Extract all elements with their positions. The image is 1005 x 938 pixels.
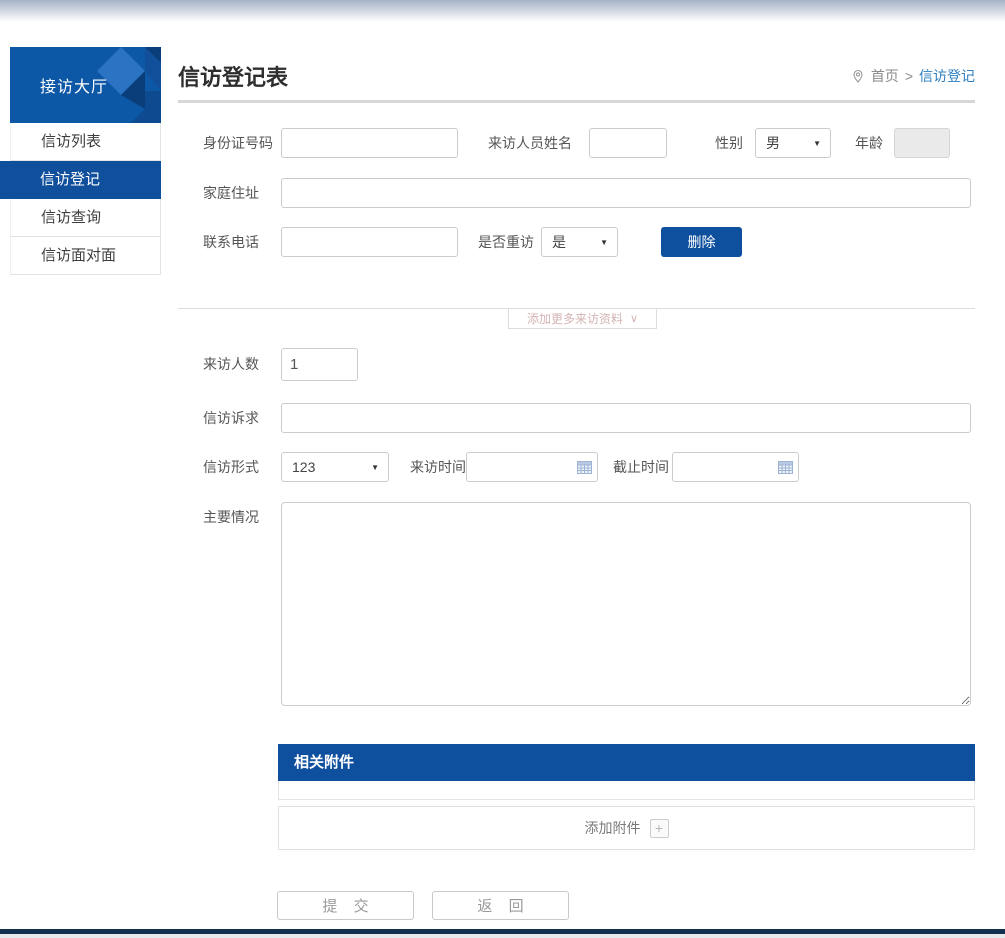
caret-down-icon: ▼ [600, 238, 617, 247]
main-situation-label: 主要情况 [203, 507, 259, 527]
id-number-input[interactable] [281, 128, 458, 158]
delete-button[interactable]: 删除 [661, 227, 742, 257]
plus-icon[interactable]: + [650, 819, 669, 838]
caret-down-icon: ▼ [371, 463, 388, 472]
revisit-select[interactable]: 是 ▼ [541, 227, 618, 257]
appeal-input[interactable] [281, 403, 971, 433]
sidebar-item-xinfang-facetoface[interactable]: 信访面对面 [10, 237, 161, 275]
caret-down-icon: ▼ [813, 139, 830, 148]
visitor-count-input[interactable] [281, 348, 358, 381]
breadcrumb-home[interactable]: 首页 [871, 66, 899, 86]
main-situation-textarea[interactable] [281, 502, 971, 706]
breadcrumb-current[interactable]: 信访登记 [919, 66, 975, 86]
home-address-label: 家庭住址 [203, 178, 259, 208]
calendar-icon[interactable] [778, 460, 793, 474]
sidebar-menu: 信访列表 信访登记 信访查询 信访面对面 [0, 123, 161, 275]
age-label: 年龄 [855, 128, 883, 158]
deadline-field [672, 452, 799, 482]
visit-time-label: 来访时间 [410, 452, 466, 482]
visitor-count-label: 来访人数 [203, 348, 259, 381]
home-address-input[interactable] [281, 178, 971, 208]
attachments-header: 相关附件 [278, 744, 975, 781]
id-number-label: 身份证号码 [203, 128, 273, 158]
bottom-gray-strip [0, 934, 1005, 938]
visitor-name-label: 来访人员姓名 [488, 128, 572, 158]
sidebar-item-xinfang-query[interactable]: 信访查询 [10, 199, 161, 237]
sidebar-item-xinfang-register[interactable]: 信访登记 [0, 161, 161, 199]
back-button[interactable]: 返 回 [432, 891, 569, 920]
attachments-empty-row [278, 781, 975, 800]
add-more-visitors-label: 添加更多来访资料 [527, 310, 623, 327]
calendar-icon[interactable] [577, 460, 592, 474]
revisit-label: 是否重访 [478, 227, 534, 257]
gender-label: 性别 [715, 128, 743, 158]
petition-form-label: 信访形式 [203, 452, 259, 482]
sidebar: 接访大厅 信访列表 信访登记 信访查询 信访面对面 [0, 47, 161, 275]
sidebar-title: 接访大厅 [40, 73, 108, 97]
phone-input[interactable] [281, 227, 458, 257]
add-attachment-row: 添加附件 + [278, 806, 975, 850]
phone-label: 联系电话 [203, 227, 259, 257]
breadcrumb-separator: > [905, 68, 913, 84]
visit-time-field [466, 452, 598, 482]
submit-button[interactable]: 提 交 [277, 891, 414, 920]
main-content: 信访登记表 首页 > 信访登记 身份证号码 来访人员姓名 性别 男 ▼ 年龄 家… [178, 55, 975, 935]
gender-select[interactable]: 男 ▼ [755, 128, 831, 158]
sidebar-header: 接访大厅 [10, 47, 161, 123]
chevron-down-icon: ∨ [630, 314, 638, 324]
top-gradient-bar [0, 0, 1005, 22]
page-title: 信访登记表 [178, 60, 288, 92]
location-pin-icon [851, 69, 865, 84]
title-divider [178, 100, 975, 103]
add-attachment-label: 添加附件 [585, 818, 641, 838]
add-more-visitors-toggle[interactable]: 添加更多来访资料 ∨ [508, 309, 657, 329]
gender-select-value: 男 [756, 133, 813, 153]
petition-form-select-value: 123 [282, 459, 371, 475]
breadcrumb: 首页 > 信访登记 [851, 66, 975, 86]
visitor-name-input[interactable] [589, 128, 667, 158]
deadline-label: 截止时间 [613, 452, 669, 482]
sidebar-item-xinfang-list[interactable]: 信访列表 [10, 123, 161, 161]
revisit-select-value: 是 [542, 232, 600, 252]
petition-form-select[interactable]: 123 ▼ [281, 452, 389, 482]
age-input [894, 128, 950, 158]
appeal-label: 信访诉求 [203, 403, 259, 433]
